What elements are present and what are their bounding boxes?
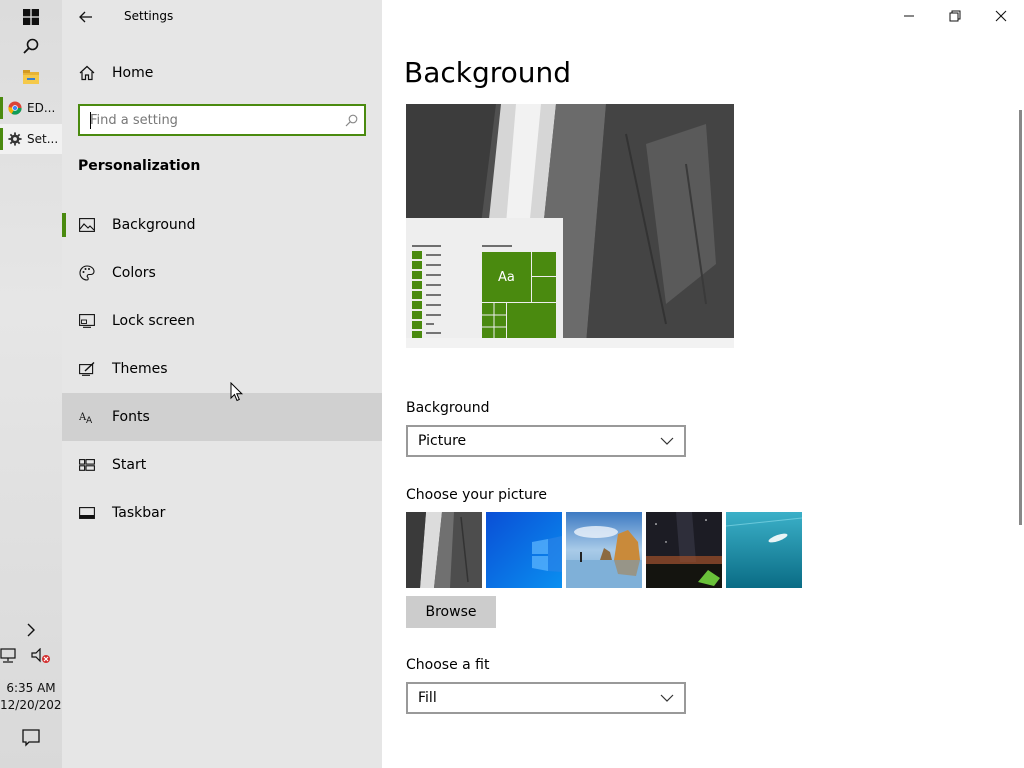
search-icon — [338, 114, 364, 127]
fonts-icon: A A — [62, 410, 112, 424]
gear-icon — [8, 132, 22, 146]
lock-screen-icon — [62, 314, 112, 328]
windows-logo-icon — [23, 9, 39, 25]
nav-item-label: Lock screen — [112, 313, 195, 329]
preview-tile-text: Aa — [498, 270, 515, 285]
settings-content-pane: Background Aa Background Picture Choose … — [382, 0, 1024, 768]
active-indicator — [0, 128, 3, 150]
restore-button[interactable] — [932, 0, 978, 32]
clock-time: 6:35 AM — [6, 681, 56, 695]
back-arrow-icon — [79, 11, 92, 23]
nav-item-label: Start — [112, 457, 147, 473]
picture-thumbnail-5[interactable] — [726, 512, 802, 588]
start-menu-preview: Aa — [406, 218, 563, 344]
minimize-icon — [904, 15, 914, 17]
search-input[interactable] — [80, 106, 338, 134]
network-icon — [0, 648, 16, 663]
clock-date: 12/20/2023 — [0, 698, 70, 712]
background-dropdown-value: Picture — [418, 433, 467, 449]
nav-item-label: Background — [112, 217, 196, 233]
volume-muted-icon — [31, 648, 50, 663]
section-title: Personalization — [78, 158, 201, 174]
nav-item-colors[interactable]: Colors — [62, 249, 382, 297]
nav-item-label: Fonts — [112, 409, 150, 425]
nav-home-label: Home — [112, 65, 154, 81]
nav-item-taskbar[interactable]: Taskbar — [62, 489, 382, 537]
underwater-swimmer-image — [726, 512, 802, 588]
themes-icon — [62, 362, 112, 376]
choose-picture-label: Choose your picture — [406, 487, 547, 503]
window-title: Settings — [124, 9, 174, 23]
taskbar-app-label: Set... — [27, 132, 59, 146]
palette-icon — [62, 265, 112, 281]
fit-dropdown-value: Fill — [418, 690, 437, 706]
mouse-cursor-icon — [230, 382, 244, 402]
text-caret — [90, 112, 91, 129]
selected-indicator — [62, 213, 66, 237]
svg-text:A: A — [86, 416, 93, 424]
picture-thumbnail-4[interactable] — [646, 512, 722, 588]
chrome-icon — [8, 101, 22, 115]
taskbar-icon — [62, 507, 112, 519]
action-center-button[interactable] — [0, 723, 62, 753]
desktop-preview: Aa — [406, 104, 734, 344]
network-tray-button[interactable] — [0, 641, 28, 671]
picture-icon — [62, 218, 112, 232]
nav-item-background[interactable]: Background — [62, 201, 382, 249]
picture-thumbnail-1[interactable] — [406, 512, 482, 588]
active-indicator — [0, 97, 3, 119]
beach-rocks-image — [566, 512, 642, 588]
search-box[interactable] — [78, 104, 366, 136]
chevron-right-icon — [27, 623, 35, 637]
night-sky-tent-image — [646, 512, 722, 588]
browse-button[interactable]: Browse — [406, 596, 496, 628]
search-icon — [23, 38, 39, 54]
page-title: Background — [404, 56, 572, 89]
file-explorer-button[interactable] — [0, 62, 62, 92]
minimize-button[interactable] — [886, 0, 932, 32]
notification-icon — [22, 729, 40, 747]
settings-nav-pane: Settings Home Personalization — [62, 0, 382, 768]
nav-item-fonts[interactable]: A A Fonts — [62, 393, 382, 441]
taskbar-app-settings[interactable]: Set... — [0, 124, 62, 154]
nav-item-themes[interactable]: Themes — [62, 345, 382, 393]
nav-item-start[interactable]: Start — [62, 441, 382, 489]
choose-fit-label: Choose a fit — [406, 657, 490, 673]
taskbar-clock[interactable]: 6:35 AM 12/20/2023 — [0, 680, 70, 714]
restore-icon — [949, 10, 961, 22]
nav-item-label: Taskbar — [112, 505, 166, 521]
background-dropdown[interactable]: Picture — [406, 425, 686, 457]
close-icon — [995, 10, 1007, 22]
picture-thumbnail-2[interactable] — [486, 512, 562, 588]
volume-tray-button[interactable] — [26, 641, 56, 671]
windows-wallpaper-image — [486, 512, 562, 588]
folder-icon — [23, 70, 39, 84]
background-label: Background — [406, 400, 490, 416]
preview-taskbar — [406, 338, 734, 348]
fit-dropdown[interactable]: Fill — [406, 682, 686, 714]
content-scrollbar[interactable] — [1019, 110, 1022, 525]
nav-item-lock-screen[interactable]: Lock screen — [62, 297, 382, 345]
search-button[interactable] — [0, 31, 62, 61]
home-icon — [62, 65, 112, 81]
chevron-down-icon — [660, 437, 674, 445]
taskbar: ED... Set... 6:35 AM 12/20/2023 — [0, 0, 70, 768]
start-icon — [62, 459, 112, 471]
chevron-down-icon — [660, 694, 674, 702]
nav-item-label: Colors — [112, 265, 156, 281]
taskbar-app-label: ED... — [27, 101, 56, 115]
nav-home[interactable]: Home — [62, 58, 382, 88]
picture-thumbnail-3[interactable] — [566, 512, 642, 588]
close-button[interactable] — [978, 0, 1024, 32]
nav-item-label: Themes — [112, 361, 168, 377]
back-button[interactable] — [72, 4, 100, 30]
start-button[interactable] — [0, 2, 62, 32]
rock-wall-image — [406, 512, 482, 588]
taskbar-app-chrome[interactable]: ED... — [0, 93, 62, 123]
